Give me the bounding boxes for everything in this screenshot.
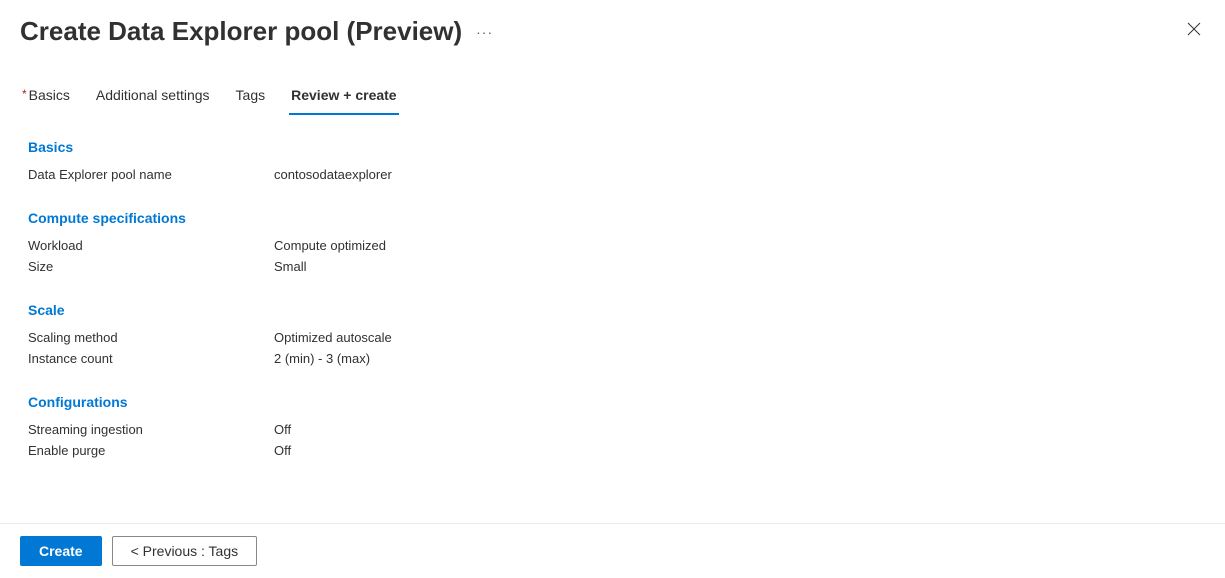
tab-additional-label: Additional settings — [96, 87, 210, 103]
tab-basics[interactable]: *Basics — [20, 79, 72, 115]
pool-name-value: contosodataexplorer — [274, 167, 392, 182]
header-left: Create Data Explorer pool (Preview) ··· — [20, 16, 493, 47]
streaming-label: Streaming ingestion — [28, 422, 274, 437]
row-streaming-ingestion: Streaming ingestion Off — [28, 422, 1197, 437]
row-size: Size Small — [28, 259, 1197, 274]
section-compute: Compute specifications Workload Compute … — [28, 210, 1197, 274]
section-scale-title: Scale — [28, 302, 1197, 318]
tab-review-label: Review + create — [291, 87, 396, 103]
row-workload: Workload Compute optimized — [28, 238, 1197, 253]
section-compute-title: Compute specifications — [28, 210, 1197, 226]
page-header: Create Data Explorer pool (Preview) ··· — [0, 0, 1225, 57]
tab-tags[interactable]: Tags — [234, 79, 268, 115]
row-instance-count: Instance count 2 (min) - 3 (max) — [28, 351, 1197, 366]
page-title: Create Data Explorer pool (Preview) — [20, 16, 462, 47]
section-configurations: Configurations Streaming ingestion Off E… — [28, 394, 1197, 458]
tab-basics-label: Basics — [29, 87, 70, 103]
streaming-value: Off — [274, 422, 291, 437]
tab-additional-settings[interactable]: Additional settings — [94, 79, 212, 115]
workload-value: Compute optimized — [274, 238, 386, 253]
scaling-method-value: Optimized autoscale — [274, 330, 392, 345]
section-basics: Basics Data Explorer pool name contosoda… — [28, 139, 1197, 182]
workload-label: Workload — [28, 238, 274, 253]
size-value: Small — [274, 259, 307, 274]
tab-strip: *Basics Additional settings Tags Review … — [0, 57, 1225, 115]
section-scale: Scale Scaling method Optimized autoscale… — [28, 302, 1197, 366]
pool-name-label: Data Explorer pool name — [28, 167, 274, 182]
row-enable-purge: Enable purge Off — [28, 443, 1197, 458]
create-button[interactable]: Create — [20, 536, 102, 566]
purge-value: Off — [274, 443, 291, 458]
purge-label: Enable purge — [28, 443, 274, 458]
instance-count-label: Instance count — [28, 351, 274, 366]
section-basics-title: Basics — [28, 139, 1197, 155]
review-content: Basics Data Explorer pool name contosoda… — [0, 115, 1225, 523]
row-scaling-method: Scaling method Optimized autoscale — [28, 330, 1197, 345]
tab-tags-label: Tags — [236, 87, 266, 103]
tab-review-create[interactable]: Review + create — [289, 79, 398, 115]
scaling-method-label: Scaling method — [28, 330, 274, 345]
section-config-title: Configurations — [28, 394, 1197, 410]
row-pool-name: Data Explorer pool name contosodataexplo… — [28, 167, 1197, 182]
previous-button[interactable]: < Previous : Tags — [112, 536, 258, 566]
close-icon[interactable] — [1183, 18, 1205, 45]
footer-bar: Create < Previous : Tags — [0, 523, 1225, 578]
instance-count-value: 2 (min) - 3 (max) — [274, 351, 370, 366]
more-icon[interactable]: ··· — [476, 24, 493, 40]
size-label: Size — [28, 259, 274, 274]
